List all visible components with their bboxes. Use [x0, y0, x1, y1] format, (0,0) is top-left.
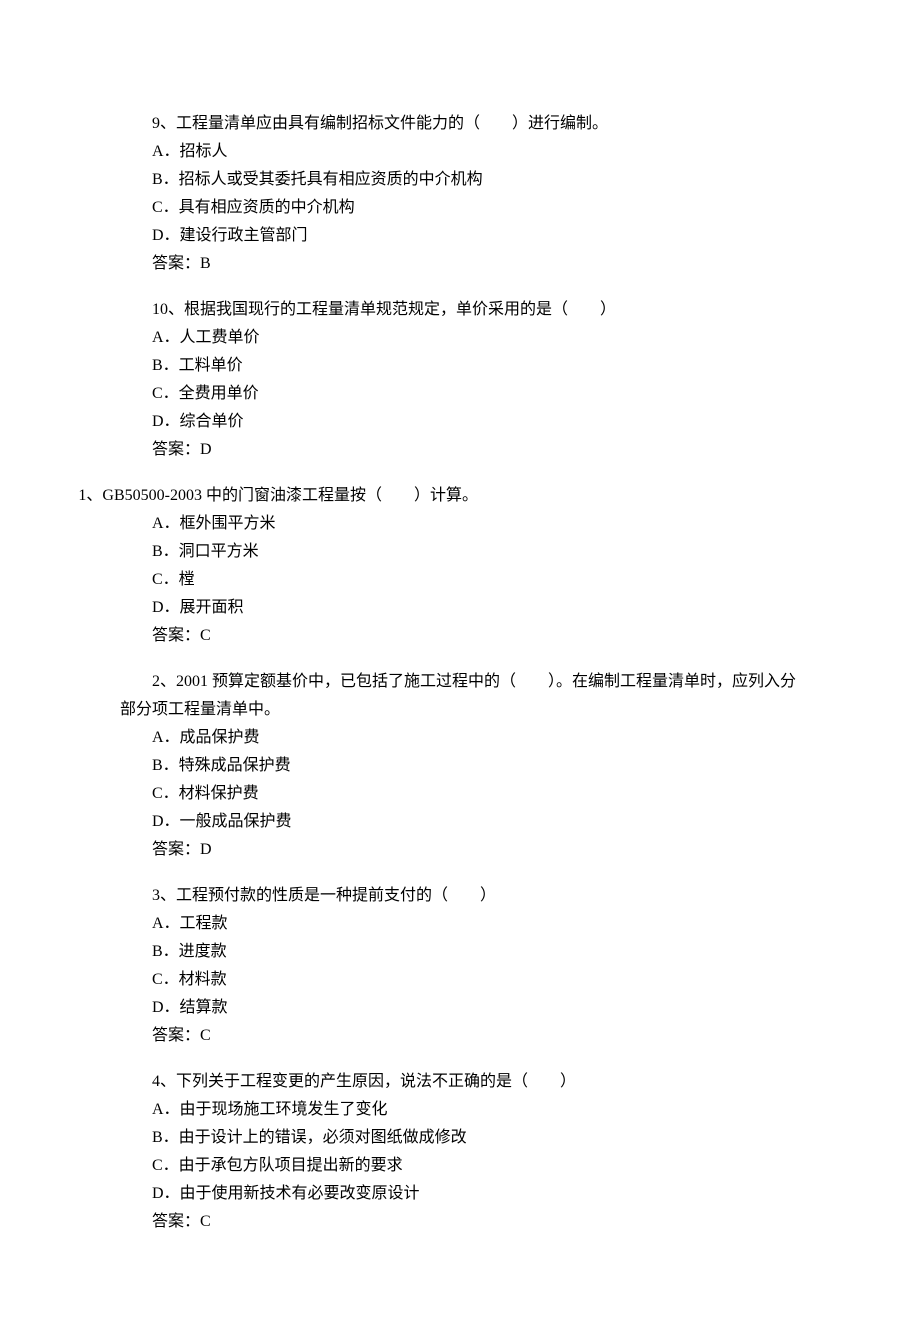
- question-stem: 10、根据我国现行的工程量清单规范规定，单价采用的是（ ）: [120, 296, 800, 324]
- option-b: B．招标人或受其委托具有相应资质的中介机构: [120, 166, 800, 194]
- question-stem: 4、下列关于工程变更的产生原因，说法不正确的是（ ）: [120, 1068, 800, 1096]
- option-a: A．人工费单价: [120, 324, 800, 352]
- question-2: 2、2001 预算定额基价中，已包括了施工过程中的（ ）。在编制工程量清单时，应…: [120, 668, 800, 864]
- answer: 答案：C: [120, 1022, 800, 1050]
- option-a: A．工程款: [120, 910, 800, 938]
- option-c: C．材料款: [120, 966, 800, 994]
- option-a: A．由于现场施工环境发生了变化: [120, 1096, 800, 1124]
- option-c: C．全费用单价: [120, 380, 800, 408]
- option-d: D．一般成品保护费: [120, 808, 800, 836]
- option-a: A．成品保护费: [120, 724, 800, 752]
- answer: 答案：D: [120, 836, 800, 864]
- question-3: 3、工程预付款的性质是一种提前支付的（ ） A．工程款 B．进度款 C．材料款 …: [120, 882, 800, 1050]
- option-b: B．洞口平方米: [120, 538, 800, 566]
- option-d: D．综合单价: [120, 408, 800, 436]
- option-d: D．结算款: [120, 994, 800, 1022]
- option-a: A．招标人: [120, 138, 800, 166]
- document-page: 9、工程量清单应由具有编制招标文件能力的（ ）进行编制。 A．招标人 B．招标人…: [0, 0, 920, 1334]
- answer: 答案：D: [120, 436, 800, 464]
- answer: 答案：C: [120, 622, 800, 650]
- answer: 答案：B: [120, 250, 800, 278]
- option-c: C．樘: [120, 566, 800, 594]
- option-d: D．由于使用新技术有必要改变原设计: [120, 1180, 800, 1208]
- option-d: D．建设行政主管部门: [120, 222, 800, 250]
- option-b: B．工料单价: [120, 352, 800, 380]
- answer: 答案：C: [120, 1208, 800, 1236]
- option-c: C．材料保护费: [120, 780, 800, 808]
- option-a: A．框外围平方米: [120, 510, 800, 538]
- question-4: 4、下列关于工程变更的产生原因，说法不正确的是（ ） A．由于现场施工环境发生了…: [120, 1068, 800, 1236]
- question-stem: 9、工程量清单应由具有编制招标文件能力的（ ）进行编制。: [120, 110, 800, 138]
- question-stem: 3、工程预付款的性质是一种提前支付的（ ）: [120, 882, 800, 910]
- option-c: C．由于承包方队项目提出新的要求: [120, 1152, 800, 1180]
- question-stem: 1、GB50500-2003 中的门窗油漆工程量按（ ）计算。: [78, 482, 800, 510]
- option-c: C．具有相应资质的中介机构: [120, 194, 800, 222]
- option-b: B．特殊成品保护费: [120, 752, 800, 780]
- question-stem: 2、2001 预算定额基价中，已包括了施工过程中的（ ）。在编制工程量清单时，应…: [120, 668, 800, 724]
- option-b: B．由于设计上的错误，必须对图纸做成修改: [120, 1124, 800, 1152]
- question-10: 10、根据我国现行的工程量清单规范规定，单价采用的是（ ） A．人工费单价 B．…: [120, 296, 800, 464]
- question-9: 9、工程量清单应由具有编制招标文件能力的（ ）进行编制。 A．招标人 B．招标人…: [120, 110, 800, 278]
- option-b: B．进度款: [120, 938, 800, 966]
- option-d: D．展开面积: [120, 594, 800, 622]
- question-1: 1、GB50500-2003 中的门窗油漆工程量按（ ）计算。 A．框外围平方米…: [120, 482, 800, 650]
